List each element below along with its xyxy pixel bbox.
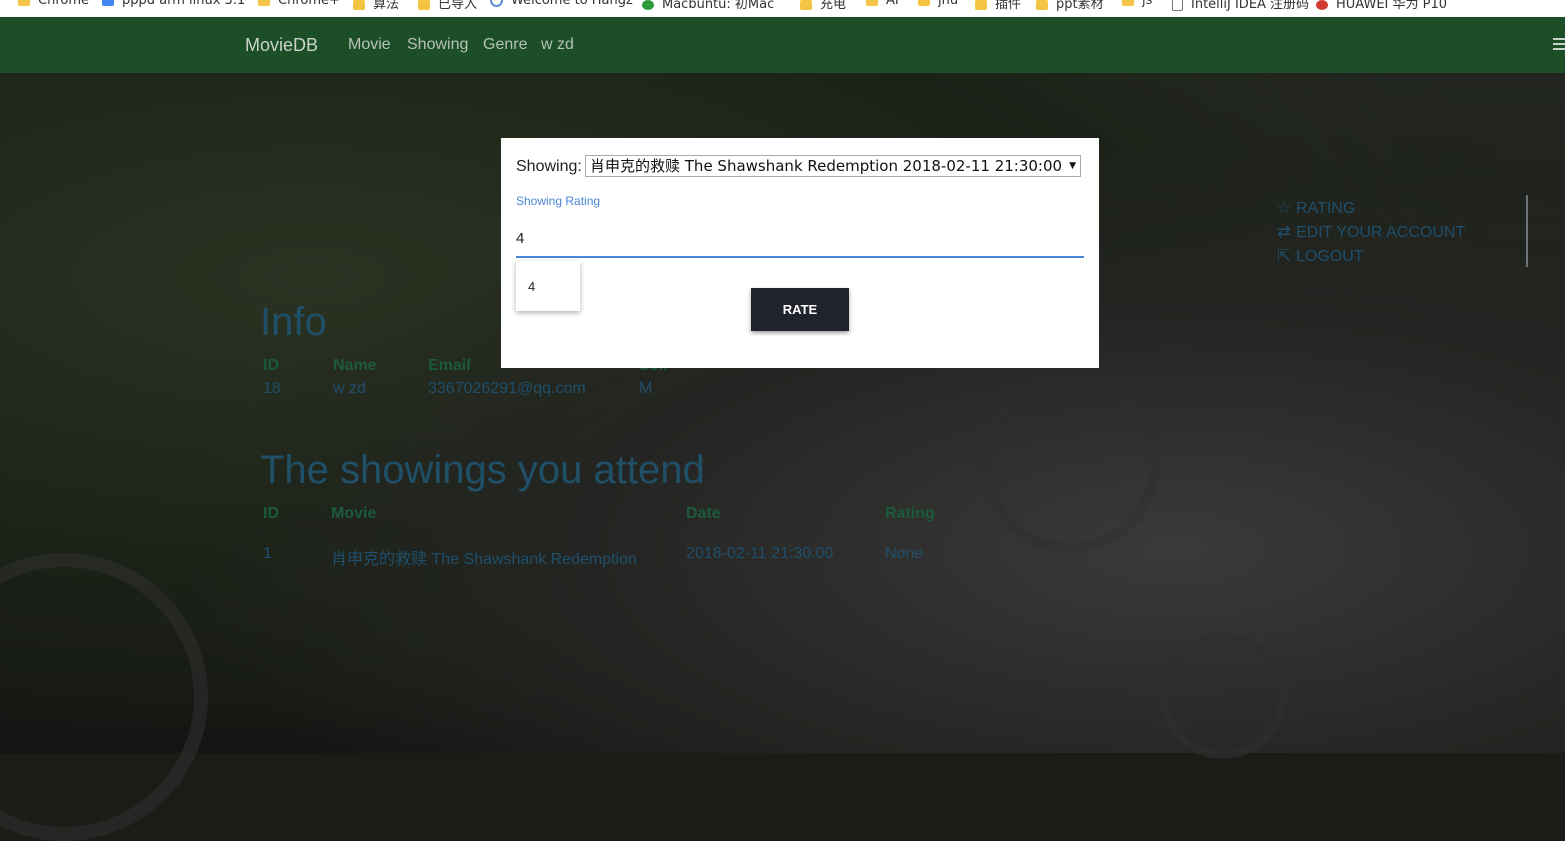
bookmark-label: 已导入 — [438, 0, 478, 12]
logout-link[interactable]: ⇱ LOGOUT — [1276, 246, 1364, 266]
showings-title: The showings you attend — [260, 448, 705, 492]
info-cell-sex: M — [639, 380, 653, 397]
bookmark-label: Chrome — [38, 0, 89, 8]
bookmark-label: Chrome+ — [278, 0, 340, 8]
nav-link-genre[interactable]: Genre — [483, 36, 527, 54]
bookmark-label: ppt素材 — [1056, 0, 1104, 12]
showing-cell-rating: None — [885, 545, 924, 562]
folder-icon — [18, 0, 30, 6]
folder-icon — [258, 0, 270, 6]
side-divider — [1526, 195, 1528, 267]
showing-cell-id: 1 — [263, 545, 272, 562]
folder-icon — [975, 0, 987, 10]
bookmark-item[interactable]: Macbuntu: 初Mac — [642, 0, 774, 12]
bookmark-item[interactable]: ppt素材 — [1036, 0, 1104, 12]
bookmark-label: js — [1142, 0, 1153, 8]
showings-header-id: ID — [263, 505, 279, 522]
folder-icon — [418, 0, 430, 10]
bookmark-item[interactable]: Welcome to Hangz — [490, 0, 633, 8]
bookmark-label: AI — [886, 0, 899, 8]
folder-icon — [1036, 0, 1048, 10]
star-icon: ☆ — [1276, 200, 1292, 217]
showing-select-value: 肖申克的救赎 The Shawshank Redemption 2018-02-… — [590, 157, 1063, 175]
external-link-icon: ⇱ — [1277, 248, 1291, 265]
huawei-icon — [1316, 0, 1328, 10]
nav-link-showing[interactable]: Showing — [407, 36, 468, 54]
nav-link-movie[interactable]: Movie — [348, 36, 391, 54]
edit-account-link[interactable]: ⇄ EDIT YOUR ACCOUNT — [1276, 222, 1465, 242]
brand-logo[interactable]: MovieDB — [245, 35, 318, 56]
bookmark-item[interactable]: 已导入 — [418, 0, 477, 12]
document-icon — [102, 0, 114, 6]
rating-modal: Showing: 肖申克的救赎 The Shawshank Redemption… — [501, 138, 1099, 368]
bookmark-label: Macbuntu: 初Mac — [662, 0, 775, 12]
folder-icon — [866, 0, 878, 6]
bookmark-item[interactable]: js — [1122, 0, 1152, 8]
showing-cell-date: 2018-02-11 21:30:00 — [686, 545, 834, 562]
bookmark-label: pppd arm linux 3.1 — [122, 0, 246, 8]
autocomplete-dropdown: 4 — [516, 261, 580, 311]
bookmark-label: Welcome to Hangz — [511, 0, 633, 8]
bookmark-item[interactable]: 算法 — [353, 0, 399, 12]
bookmark-item[interactable]: 插件 — [975, 0, 1021, 12]
showings-header-date: Date — [686, 505, 721, 522]
showings-header-movie: Movie — [331, 505, 377, 522]
bookmark-label: IntelliJ IDEA 注册码 — [1191, 0, 1310, 12]
bookmark-item[interactable]: jnu — [918, 0, 958, 8]
info-cell-id: 18 — [263, 380, 281, 397]
bookmark-item[interactable]: IntelliJ IDEA 注册码 — [1172, 0, 1309, 12]
navbar: MovieDB Movie Showing Genre w zd — [0, 17, 1565, 73]
showing-cell-movie: 肖申克的救赎 The Shawshank Redemption — [331, 551, 637, 568]
edit-account-link-label: EDIT YOUR ACCOUNT — [1296, 224, 1466, 241]
nav-link-user[interactable]: w zd — [541, 36, 574, 54]
globe-icon — [490, 0, 503, 7]
bookmark-item[interactable]: Chrome+ — [258, 0, 340, 8]
rate-button[interactable]: RATE — [751, 288, 849, 331]
hamburger-menu-icon[interactable] — [1553, 38, 1565, 52]
folder-icon — [918, 0, 930, 6]
showings-header-rating: Rating — [885, 505, 935, 522]
logout-link-label: LOGOUT — [1296, 248, 1364, 265]
bookmarks-bar: Chrome pppd arm linux 3.1 Chrome+ 算法 已导入… — [0, 0, 1565, 18]
info-title: Info — [260, 300, 327, 344]
bookmark-item[interactable]: pppd arm linux 3.1 — [102, 0, 245, 8]
bookmark-item[interactable]: 充电 — [800, 0, 846, 12]
document-icon — [1172, 0, 1183, 11]
info-header-id: ID — [263, 357, 279, 374]
showing-label: Showing: — [516, 158, 582, 175]
bookmark-item[interactable]: AI — [866, 0, 899, 8]
info-cell-name: w zd — [333, 380, 366, 397]
bookmark-label: HUAWEI 华为 P10 — [1336, 0, 1448, 12]
bookmark-label: 插件 — [995, 0, 1022, 12]
bookmark-label: 充电 — [820, 0, 847, 12]
showing-select[interactable]: 肖申克的救赎 The Shawshank Redemption 2018-02-… — [585, 155, 1082, 177]
info-header-name: Name — [333, 357, 377, 374]
bookmark-item[interactable]: HUAWEI 华为 P10 — [1316, 0, 1447, 12]
folder-icon — [353, 0, 365, 10]
rating-label: Showing Rating — [516, 194, 601, 208]
info-cell-email: 3367026291@qq.com — [428, 380, 586, 397]
info-header-email: Email — [428, 357, 471, 374]
rating-link-label: RATING — [1296, 200, 1356, 217]
dropdown-caret-icon: ▼ — [1069, 161, 1077, 171]
bookmark-label: jnu — [938, 0, 959, 8]
rating-link[interactable]: ☆ RATING — [1276, 198, 1355, 218]
folder-icon — [1122, 0, 1134, 6]
autocomplete-option[interactable]: 4 — [528, 279, 535, 294]
app-icon — [642, 0, 654, 10]
folder-icon — [800, 0, 812, 10]
bookmark-label: 算法 — [373, 0, 400, 12]
exchange-icon: ⇄ — [1277, 224, 1291, 241]
bookmark-item[interactable]: Chrome — [18, 0, 89, 8]
rating-input[interactable] — [516, 220, 1084, 258]
